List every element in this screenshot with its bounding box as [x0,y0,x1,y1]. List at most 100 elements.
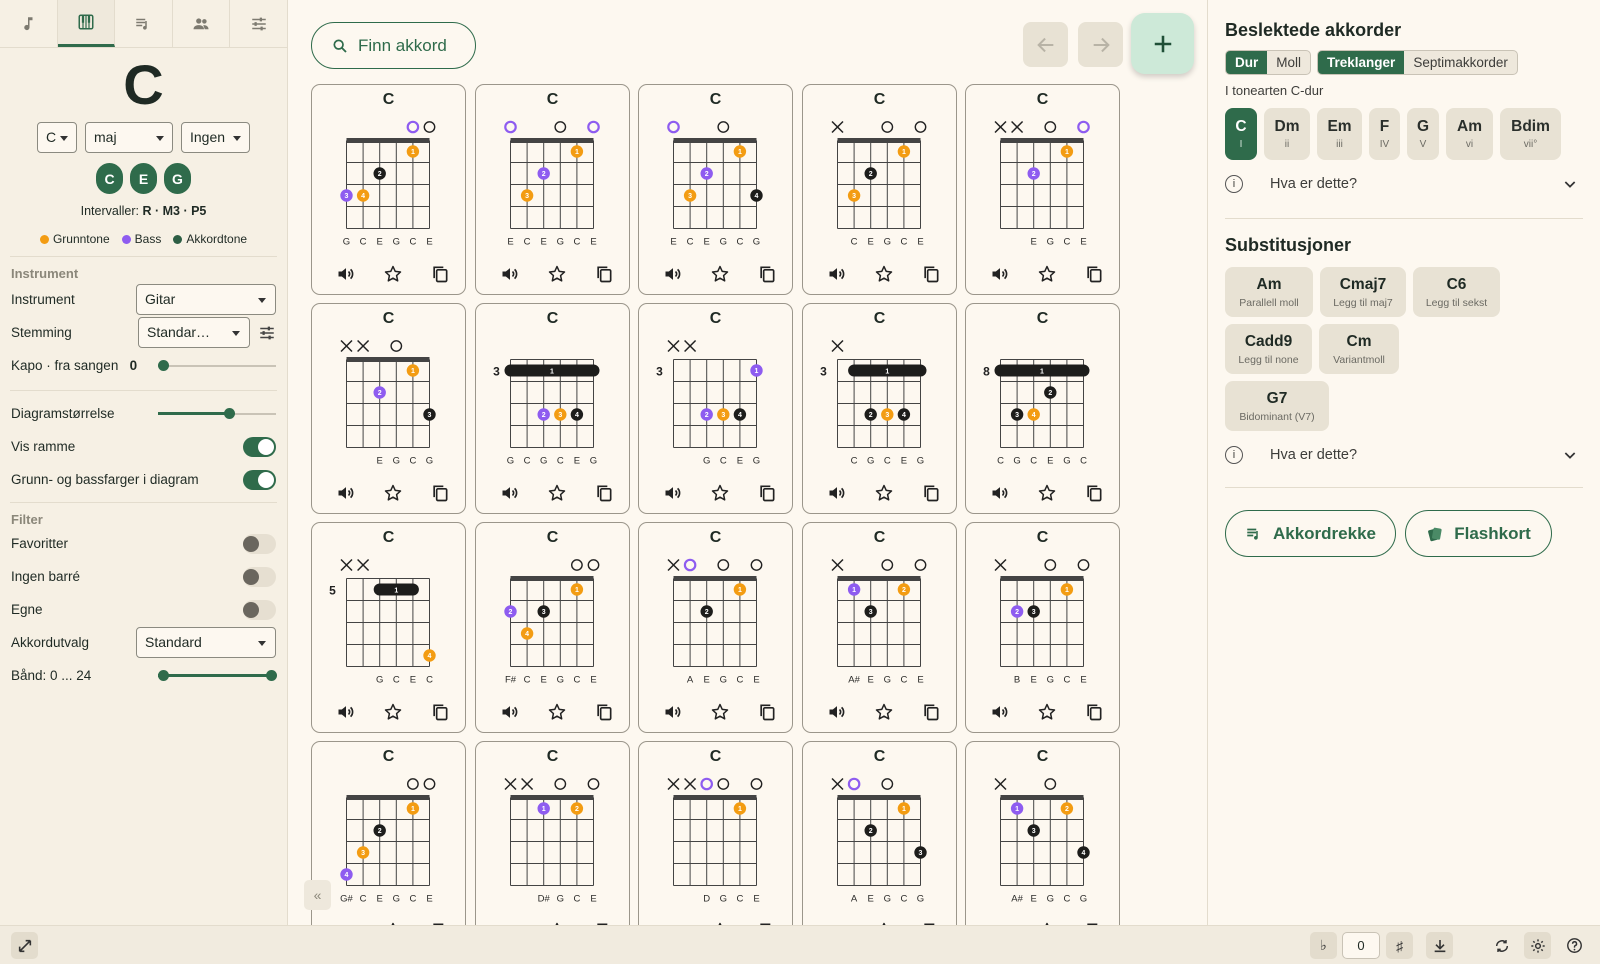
slider-knob-max[interactable] [266,669,277,681]
play-sound-icon[interactable] [663,483,683,503]
mode-major[interactable]: Dur [1226,51,1268,74]
substitution-chip[interactable]: G7 Bidominant (V7) [1225,381,1329,431]
note-button[interactable]: C [96,163,123,194]
tab-song[interactable] [0,0,58,47]
favorite-star-icon[interactable] [1037,264,1057,284]
copy-icon[interactable] [757,264,777,284]
collapse-panel-button[interactable]: « [304,880,331,910]
note-button[interactable]: G [164,163,191,194]
settings-button[interactable] [1524,932,1551,959]
favorite-star-icon[interactable] [547,264,567,284]
substitution-chip[interactable]: C6 Legg til sekst [1413,267,1500,317]
diagram-size-slider[interactable] [158,407,276,421]
related-chord-chip[interactable]: CI [1225,108,1257,160]
chord-card[interactable]: C31234GCGCEG [475,303,630,514]
chord-card[interactable]: C31234CGCEG [802,303,957,514]
copy-icon[interactable] [430,702,450,722]
instrument-select[interactable]: Gitar [136,284,276,315]
related-help-row[interactable]: i Hva er dette? [1208,164,1600,204]
favorite-star-icon[interactable] [1037,702,1057,722]
slider-knob[interactable] [158,359,169,371]
play-sound-icon[interactable] [336,264,356,284]
favorite-star-icon[interactable] [383,483,403,503]
play-sound-icon[interactable] [990,483,1010,503]
chord-card[interactable]: C1234GCEGCE [311,84,466,295]
favorite-star-icon[interactable] [547,702,567,722]
favorite-star-icon[interactable] [710,264,730,284]
show-frame-toggle[interactable] [243,436,276,457]
favorite-star-icon[interactable] [710,483,730,503]
colors-toggle[interactable] [243,469,276,490]
related-chord-chip[interactable]: Dm ii [1264,108,1310,160]
quality-select[interactable]: maj [85,122,173,153]
chord-progression-button[interactable]: Akkordrekke [1225,510,1396,557]
copy-icon[interactable] [1084,264,1104,284]
play-sound-icon[interactable] [500,483,520,503]
chord-card[interactable]: C12AEGCE [638,522,793,733]
related-chord-chip[interactable]: Bdim vii° [1500,108,1561,160]
slider-knob-min[interactable] [158,669,169,681]
back-button[interactable] [1023,22,1068,67]
chord-card[interactable]: C 1 2 D# G C E [475,741,630,925]
expand-button[interactable] [11,932,38,959]
capo-slider[interactable] [158,359,276,373]
chord-card[interactable]: C 1 2 3 A# E G C E [802,522,957,733]
favorite-star-icon[interactable] [383,702,403,722]
favorite-star-icon[interactable] [874,483,894,503]
favorite-star-icon[interactable] [1037,483,1057,503]
tab-playlist[interactable] [115,0,173,47]
add-chord-button[interactable] [1131,13,1194,74]
tab-settings[interactable] [230,0,287,47]
bass-select[interactable]: Ingen [181,122,250,153]
tab-people[interactable] [173,0,231,47]
root-select[interactable]: C [37,122,77,153]
copy-icon[interactable] [921,264,941,284]
type-triads[interactable]: Treklanger [1318,51,1405,74]
chord-card[interactable]: C123ECEGCE [475,84,630,295]
find-chord-button[interactable]: Finn akkord [311,22,476,69]
sharp-button[interactable]: ♯ [1386,932,1413,959]
slider-knob[interactable] [223,407,235,419]
copy-icon[interactable] [430,483,450,503]
substitution-chip[interactable]: Cadd9 Legg til none [1225,324,1312,374]
play-sound-icon[interactable] [990,702,1010,722]
favorite-star-icon[interactable] [874,702,894,722]
copy-icon[interactable] [757,483,777,503]
substitution-chip[interactable]: Cmaj7 Legg til maj7 [1320,267,1406,317]
chord-card[interactable]: C81234CGCEGC [965,303,1120,514]
selection-select[interactable]: Standard [136,627,276,658]
own-toggle[interactable] [243,599,276,620]
copy-icon[interactable] [1084,702,1104,722]
copy-icon[interactable] [757,702,777,722]
download-button[interactable] [1426,932,1453,959]
related-chord-chip[interactable]: F IV [1369,108,1400,160]
copy-icon[interactable] [921,483,941,503]
chord-card[interactable]: C123CEGCE [802,84,957,295]
favorite-star-icon[interactable] [874,264,894,284]
chord-card[interactable]: C31234GCEG [638,303,793,514]
play-sound-icon[interactable] [336,483,356,503]
related-chord-chip[interactable]: Em iii [1317,108,1362,160]
copy-icon[interactable] [921,702,941,722]
tab-chords[interactable] [57,0,116,47]
copy-icon[interactable] [1084,483,1104,503]
favorites-toggle[interactable] [243,533,276,554]
substitution-chip[interactable]: Cm Variantmoll [1319,324,1399,374]
chord-card[interactable]: C12EGCE [965,84,1120,295]
play-sound-icon[interactable] [500,264,520,284]
frets-range-slider[interactable] [158,669,277,683]
chord-card[interactable]: C 1 2 3 4 G# C E G C E [311,741,466,925]
favorite-star-icon[interactable] [383,264,403,284]
chord-card[interactable]: C1234ECEGCG [638,84,793,295]
chord-card[interactable]: C123AEGCG [802,741,957,925]
sync-button[interactable] [1488,932,1515,959]
chord-card[interactable]: C514GCEC [311,522,466,733]
play-sound-icon[interactable] [336,702,356,722]
related-chord-chip[interactable]: Am vi [1446,108,1493,160]
play-sound-icon[interactable] [663,702,683,722]
play-sound-icon[interactable] [827,264,847,284]
tune-settings-icon[interactable] [258,324,276,342]
flat-button[interactable]: ♭ [1310,932,1337,959]
copy-icon[interactable] [594,264,614,284]
related-chord-chip[interactable]: GV [1407,108,1439,160]
